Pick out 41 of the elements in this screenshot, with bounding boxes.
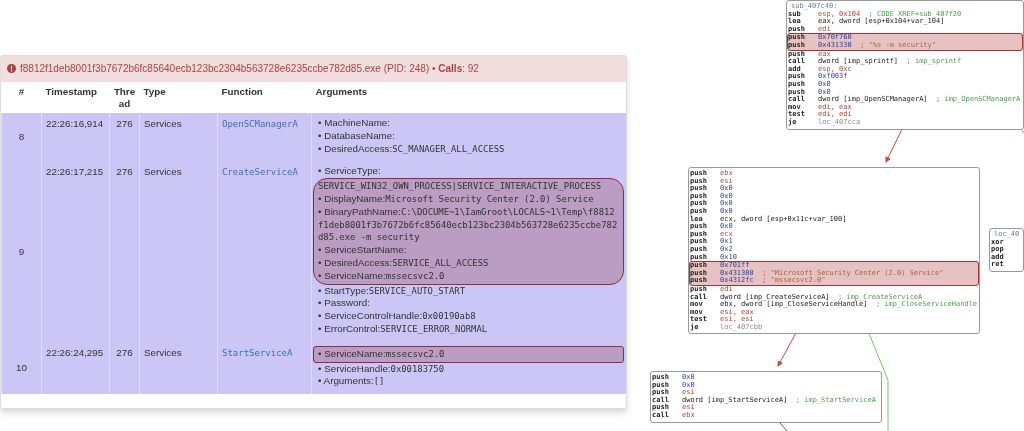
table-cell: 8 [1, 113, 42, 162]
table-cell: Services [139, 161, 218, 342]
table-cell: 22:26:17,215 [41, 161, 110, 342]
argument-line: • ServiceControlHandle:0x00190ab8 [318, 310, 477, 323]
argument-line: • ServiceStartName: [318, 244, 408, 257]
table-cell: 276 [109, 161, 140, 342]
argument-line: • Password: [318, 297, 371, 311]
table-cell: 276 [109, 113, 140, 162]
argument-line: • Arguments:[] [318, 375, 386, 389]
argument-line: • ServiceHandle:0x00183750 [318, 362, 446, 376]
column-header: Thread [109, 82, 140, 113]
table-cell: 22:26:16,914 [41, 113, 110, 162]
function-link[interactable]: StartServiceA [222, 347, 293, 358]
column-header: Type [139, 82, 218, 113]
argument-line: • StartType:SERVICE_AUTO_START [318, 284, 466, 298]
alert-icon [7, 64, 16, 73]
argument-line: • ServiceName:mssecsvc2.0 [318, 269, 446, 283]
table-cell: 10 [1, 341, 42, 395]
argument-line: • ServiceName:mssecsvc2.0 [318, 347, 446, 361]
argument-line: • BinaryPathName:C:\DOCUME~1\IamGroot\LOCALS~1\Temp\f8812f1deb8001f3b7672b6fc85640ecb123bc2304b563728e6235ccbe782d85.exe -m security [318, 205, 619, 245]
table-cell: 9 [1, 161, 42, 342]
function-link[interactable]: OpenSCManagerA [222, 119, 298, 129]
column-header: # [1, 82, 42, 113]
argument-line: • DesiredAccess:SERVICE_ALL_ACCESS [318, 256, 490, 270]
argument-line: • ServiceType: [318, 165, 382, 179]
table-cell: Services [139, 341, 218, 395]
process-title: f8812f1deb8001f3b7672b6fc85640ecb123bc2304b563728e6235ccbe782d85.exe (PID: 248) • Calls: 92 [20, 63, 479, 74]
argument-line: • DatabaseName: [318, 129, 396, 143]
function-link[interactable]: CreateServiceA [222, 167, 298, 178]
column-header: Arguments [311, 82, 626, 113]
argument-line: • MachineName: [318, 117, 392, 130]
argument-line: SERVICE_WIN32_OWN_PROCESS|SERVICE_INTERACTIVE_PROCESS [318, 180, 603, 193]
table-cell: 276 [109, 341, 140, 395]
flow-line [779, 422, 788, 431]
column-header: Timestamp [41, 82, 110, 113]
column-header: Function [217, 82, 312, 113]
argument-line: • DesiredAccess:SC_MANAGER_ALL_ACCESS [318, 142, 506, 156]
table-cell: 22:26:24,295 [41, 341, 110, 395]
argument-line: • ErrorControl:SERVICE_ERROR_NORMAL [318, 322, 489, 336]
table-cell: Services [139, 113, 218, 162]
argument-line: • DisplayName:Microsoft Security Center (2.0) Service [318, 193, 595, 206]
